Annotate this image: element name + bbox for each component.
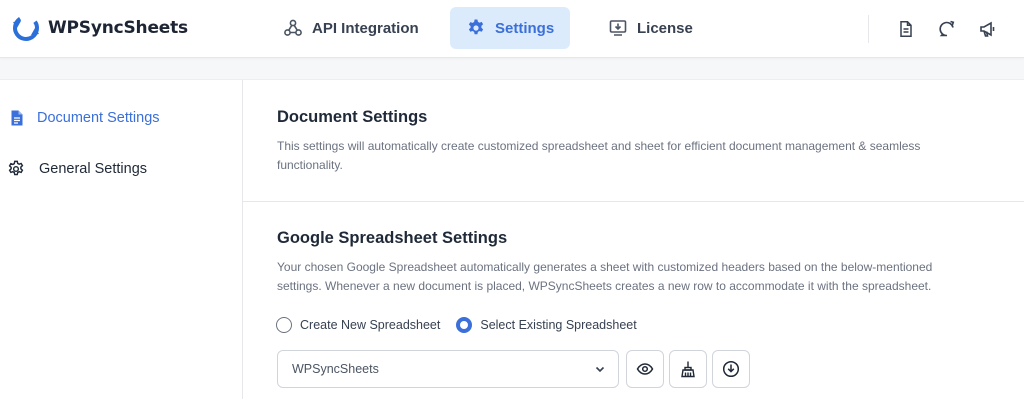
section-divider (243, 201, 1024, 202)
document-settings-title: Document Settings (277, 108, 428, 126)
broom-icon (681, 361, 695, 378)
clear-spreadsheet-button[interactable] (669, 350, 707, 388)
sidebar-item-document-settings[interactable]: Document Settings (0, 101, 242, 135)
nav-settings[interactable]: Settings (450, 7, 571, 49)
radio-label: Create New Spreadsheet (300, 318, 441, 332)
sync-logo-icon (13, 15, 39, 41)
top-icon-group (868, 15, 1006, 43)
nav-license-label: License (637, 19, 693, 37)
select-existing-spreadsheet-radio[interactable]: Select Existing Spreadsheet (456, 317, 637, 333)
license-download-icon (609, 20, 627, 36)
sidebar-item-label: Document Settings (37, 110, 160, 126)
docs-button[interactable] (888, 15, 924, 43)
gear-icon (6, 159, 26, 179)
radio-label: Select Existing Spreadsheet (480, 318, 637, 332)
main-content: Document Settings This settings will aut… (243, 80, 1024, 399)
document-settings-description: This settings will automatically create … (277, 139, 921, 172)
megaphone-icon (980, 21, 995, 37)
spreadsheet-mode-radio-group: Create New Spreadsheet Select Existing S… (276, 317, 653, 333)
divider (868, 15, 869, 43)
document-icon (7, 108, 27, 128)
nav-settings-label: Settings (495, 19, 555, 37)
sidebar-item-label: General Settings (39, 161, 148, 177)
nav-license[interactable]: License (592, 7, 709, 49)
logo[interactable]: WPSyncSheets (10, 12, 188, 44)
download-spreadsheet-button[interactable] (712, 350, 750, 388)
sidebar-item-general-settings[interactable]: General Settings (0, 152, 242, 186)
announcements-button[interactable] (970, 15, 1006, 43)
nav-api-integration-label: API Integration (312, 19, 419, 37)
create-new-spreadsheet-radio[interactable]: Create New Spreadsheet (276, 317, 440, 333)
radio-unchecked (276, 317, 292, 333)
gear-icon (468, 19, 484, 35)
google-settings-description: Your chosen Google Spreadsheet automatic… (277, 260, 933, 293)
download-icon (722, 360, 740, 378)
chevron-down-icon (595, 366, 605, 373)
radio-checked (456, 317, 473, 333)
view-spreadsheet-button[interactable] (626, 350, 664, 388)
nav-api-integration[interactable]: API Integration (267, 7, 435, 49)
spreadsheet-select[interactable]: WPSyncSheets (277, 350, 619, 388)
document-icon (900, 21, 912, 37)
webhook-icon (284, 19, 302, 36)
top-bar: WPSyncSheets API Integration Settings Li… (0, 0, 1024, 58)
app-name: WPSyncSheets (48, 18, 188, 38)
eye-icon (636, 363, 654, 375)
settings-page: Document Settings General Settings Docum… (0, 79, 1024, 399)
chat-refresh-icon (939, 20, 955, 37)
spreadsheet-select-value: WPSyncSheets (292, 362, 379, 376)
google-settings-title: Google Spreadsheet Settings (277, 229, 508, 247)
support-button[interactable] (929, 15, 965, 43)
sidebar: Document Settings General Settings (0, 80, 243, 399)
